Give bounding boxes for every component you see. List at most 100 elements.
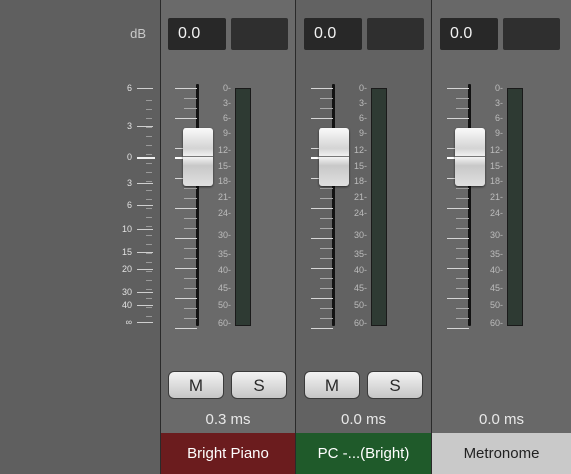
db-scale-minor-tick	[146, 316, 152, 317]
fader-tick	[456, 258, 469, 259]
solo-button[interactable]: S	[231, 371, 287, 399]
meter-scale-label: 6-	[222, 113, 231, 123]
db-scale-minor-tick	[146, 208, 152, 209]
meter-scale-label: 30-	[489, 230, 503, 240]
pan-display[interactable]	[367, 18, 424, 50]
channel-name-bright-piano[interactable]: Bright Piano	[161, 433, 295, 474]
meter-scale-label: 45-	[489, 283, 503, 293]
fader-track[interactable]	[468, 84, 471, 326]
volume-fader-handle[interactable]	[455, 128, 485, 186]
meter-scale-label: 6-	[494, 113, 503, 123]
channel-strip-bright-piano[interactable]: 0.0 0- 3- 6- 9- 12- 15- 18- 21- 24- 30- 35- 40- 45- 5…	[161, 0, 295, 474]
channel-strip-metronome[interactable]: 0.0 0- 3- 6- 9- 12- 15- 18- 21- 24- 30- 35- 40- 45- 5…	[432, 0, 571, 474]
fader-tick	[456, 98, 469, 99]
meter-scale-label: 0-	[358, 83, 367, 93]
fader-tick	[184, 248, 197, 249]
fader-tick	[311, 238, 333, 239]
fader-tick	[320, 288, 333, 289]
db-scale-tick	[137, 157, 155, 159]
db-scale-label: 6	[126, 200, 132, 210]
mute-button[interactable]: M	[168, 371, 224, 399]
db-scale-label: 0	[126, 152, 132, 162]
fader-tick	[175, 208, 197, 209]
volume-display[interactable]: 0.0	[440, 18, 498, 50]
db-scale-minor-tick	[146, 199, 152, 200]
db-scale-label: 40	[121, 300, 132, 310]
solo-button[interactable]: S	[367, 371, 423, 399]
volume-display[interactable]: 0.0	[168, 18, 226, 50]
fader-tick	[456, 318, 469, 319]
plugin-delay: 0.3 ms	[205, 411, 251, 428]
db-scale-minor-tick	[146, 298, 152, 299]
channel-strip-pc-bright[interactable]: 0.0 0- 3- 6- 9- 12- 15- 18- 21- 24- 30- 35- 40- 45- 5…	[296, 0, 431, 474]
meter-scale-label: 24-	[217, 208, 231, 218]
fader-tick	[184, 318, 197, 319]
db-scale-minor-tick	[146, 181, 152, 182]
fader-tick	[175, 238, 197, 239]
channel-name-metronome[interactable]: Metronome	[432, 433, 571, 474]
mute-button[interactable]: M	[304, 371, 360, 399]
volume-value: 0.0	[450, 25, 473, 42]
meter-scale-label: 0-	[494, 83, 503, 93]
meter-scale-label: 40-	[489, 265, 503, 275]
db-scale-minor-tick	[146, 307, 152, 308]
fader-tick	[175, 268, 197, 269]
fader-tick	[320, 308, 333, 309]
volume-fader-handle[interactable]	[183, 128, 213, 186]
fader-area: 0- 3- 6- 9- 12- 15- 18- 21- 24- 30- 35- 40- 45- 50- 60…	[432, 84, 571, 330]
fader-tick	[184, 218, 197, 219]
volume-fader-handle[interactable]	[319, 128, 349, 186]
volume-value: 0.0	[178, 25, 201, 42]
fader-tick	[320, 218, 333, 219]
fader-tick	[184, 258, 197, 259]
fader-tick	[320, 108, 333, 109]
meter-scale-label: 21-	[353, 192, 367, 202]
fader-area: 0- 3- 6- 9- 12- 15- 18- 21- 24- 30- 35- 40- 45- 50- 60…	[161, 84, 295, 330]
fader-tick	[456, 198, 469, 199]
meter-scale-label: 50-	[489, 300, 503, 310]
meter-scale-label: 24-	[489, 208, 503, 218]
meter-scale-label: 60-	[217, 318, 231, 328]
db-scale-minor-tick	[146, 280, 152, 281]
fader-track[interactable]	[332, 84, 335, 326]
channel-name-pc-bright[interactable]: PC -...(Bright)	[296, 433, 431, 474]
meter-scale-label: 24-	[353, 208, 367, 218]
meter-scale-label: 60-	[353, 318, 367, 328]
meter-scale-label: 6-	[358, 113, 367, 123]
plugin-delay: 0.0 ms	[478, 411, 524, 428]
fader-track[interactable]	[196, 84, 199, 326]
level-meter	[507, 88, 523, 326]
pan-display[interactable]	[503, 18, 560, 50]
db-scale-label: 20	[121, 264, 132, 274]
volume-value: 0.0	[314, 25, 337, 42]
db-scale-label: 6	[126, 83, 132, 93]
fader-tick	[456, 288, 469, 289]
db-scale-tick	[137, 305, 153, 306]
fader-tick	[184, 108, 197, 109]
db-scale-minor-tick	[146, 226, 152, 227]
meter-scale-label: 60-	[489, 318, 503, 328]
fader-tick	[311, 118, 333, 119]
meter-scale-label: 40-	[217, 265, 231, 275]
fader-tick	[184, 188, 197, 189]
fader-tick	[447, 268, 469, 269]
fader-tick	[311, 268, 333, 269]
pan-display[interactable]	[231, 18, 288, 50]
fader-area: 0- 3- 6- 9- 12- 15- 18- 21- 24- 30- 35- 40- 45- 50- 60…	[296, 84, 431, 330]
fader-tick	[320, 318, 333, 319]
meter-scale-label: 3-	[222, 98, 231, 108]
volume-display[interactable]: 0.0	[304, 18, 362, 50]
db-scale-minor-tick	[146, 271, 152, 272]
db-scale-minor-tick	[146, 154, 152, 155]
fader-tick	[320, 188, 333, 189]
fader-tick	[456, 228, 469, 229]
db-scale-tick	[137, 183, 153, 184]
fader-tick	[311, 208, 333, 209]
meter-scale-label: 21-	[489, 192, 503, 202]
db-scale-minor-tick	[146, 100, 152, 101]
fader-tick	[184, 288, 197, 289]
fader-tick	[175, 298, 197, 299]
fader-tick	[456, 108, 469, 109]
fader-tick	[175, 118, 197, 119]
meter-scale-label: 45-	[217, 283, 231, 293]
